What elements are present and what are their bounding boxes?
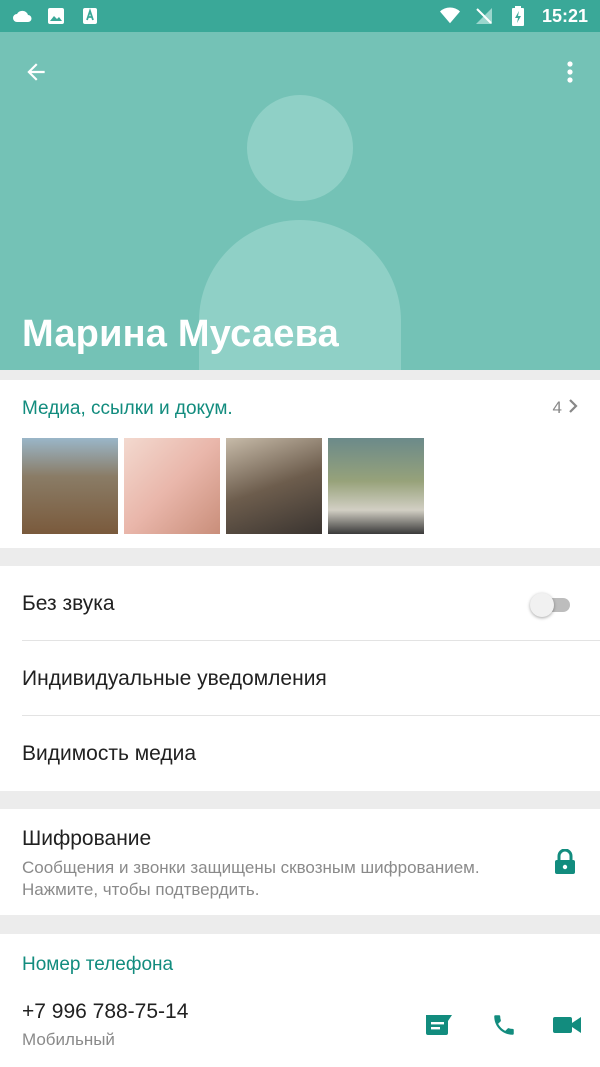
- phone-section: Номер телефона +7 996 788-75-14 Мобильны…: [0, 934, 600, 1067]
- profile-header: Марина Мусаева: [0, 32, 600, 370]
- cloud-icon: [12, 6, 32, 26]
- chevron-right-icon: [568, 398, 578, 418]
- encryption-subtitle: Сообщения и звонки защищены сквозным шиф…: [22, 858, 480, 899]
- image-icon: [46, 6, 66, 26]
- media-thumbnail[interactable]: [124, 438, 220, 534]
- lock-icon: [554, 848, 578, 877]
- battery-charging-icon: [508, 6, 528, 26]
- video-call-icon[interactable]: [552, 1010, 582, 1040]
- status-bar: 15:21: [0, 0, 600, 32]
- custom-notifications-label: Индивидуальные уведомления: [22, 666, 327, 690]
- phone-number[interactable]: +7 996 788-75-14: [22, 1000, 188, 1024]
- avatar: [247, 95, 353, 201]
- custom-notifications-row[interactable]: Индивидуальные уведомления: [0, 641, 600, 716]
- phone-type: Мобильный: [22, 1030, 115, 1049]
- media-visibility-label: Видимость медиа: [22, 741, 197, 765]
- call-icon[interactable]: [489, 1010, 519, 1040]
- encryption-title: Шифрование: [22, 827, 152, 850]
- message-icon[interactable]: [424, 1010, 454, 1040]
- media-thumbnails: [22, 438, 424, 534]
- font-icon: [80, 6, 100, 26]
- no-sim-icon: [474, 6, 494, 26]
- media-title[interactable]: Медиа, ссылки и докум.: [22, 398, 233, 420]
- media-count[interactable]: 4: [553, 398, 578, 418]
- settings-section: Без звука Индивидуальные уведомления Вид…: [0, 566, 600, 791]
- media-thumbnail[interactable]: [22, 438, 118, 534]
- mute-row[interactable]: Без звука: [0, 566, 600, 641]
- media-visibility-row[interactable]: Видимость медиа: [0, 716, 600, 791]
- more-vert-icon[interactable]: [556, 54, 584, 90]
- media-section[interactable]: Медиа, ссылки и докум. 4: [0, 380, 600, 548]
- media-count-value: 4: [552, 398, 562, 417]
- media-thumbnail[interactable]: [328, 438, 424, 534]
- media-thumbnail[interactable]: [226, 438, 322, 534]
- arrow-back-icon[interactable]: [18, 54, 54, 90]
- clock: 15:21: [541, 5, 588, 26]
- mute-label: Без звука: [22, 591, 115, 615]
- wifi-icon: [439, 6, 460, 26]
- phone-title: Номер телефона: [22, 954, 174, 975]
- encryption-section[interactable]: Шифрование Сообщения и звонки защищены с…: [0, 809, 600, 915]
- mute-toggle[interactable]: [530, 592, 570, 617]
- contact-name: Марина Мусаева: [22, 313, 339, 355]
